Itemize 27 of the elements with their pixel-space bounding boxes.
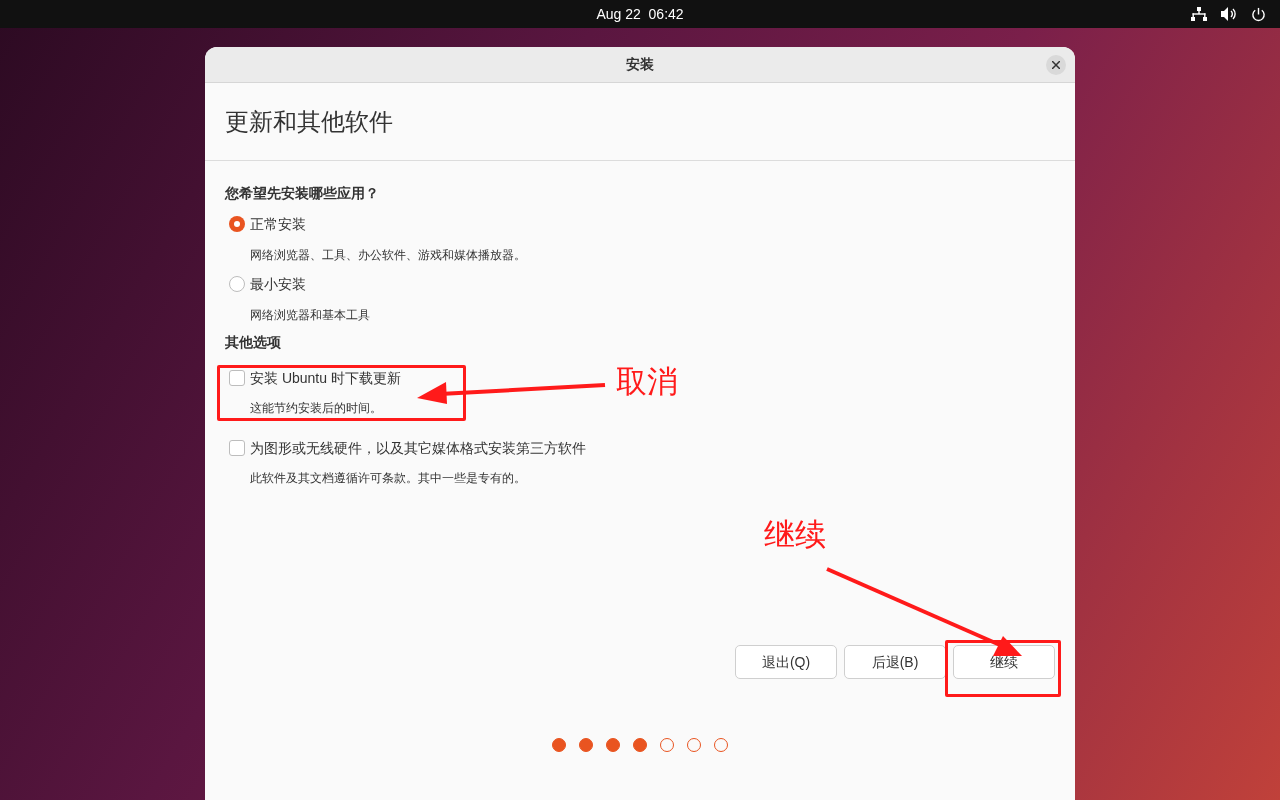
- close-button[interactable]: [1046, 54, 1066, 75]
- clock[interactable]: Aug 22 06:42: [596, 3, 684, 25]
- section-label: 其他选项: [225, 333, 282, 352]
- option-description: 网络浏览器、工具、办公软件、游戏和媒体播放器。: [249, 247, 527, 264]
- option-label[interactable]: 安装 Ubuntu 时下载更新: [250, 367, 401, 389]
- wizard-button[interactable]: 继续: [953, 645, 1055, 679]
- wizard-button[interactable]: 退出(Q): [735, 645, 837, 679]
- window-title: 安装: [626, 55, 654, 74]
- question-label: 您希望先安装哪些应用？: [225, 184, 380, 203]
- checkbox[interactable]: [229, 440, 245, 456]
- option-label[interactable]: 为图形或无线硬件，以及其它媒体格式安装第三方软件: [250, 437, 586, 459]
- option-description: 网络浏览器和基本工具: [249, 307, 371, 324]
- option-label[interactable]: 最小安装: [250, 273, 306, 295]
- annotation-label: 继续: [764, 516, 826, 554]
- checkbox[interactable]: [229, 370, 245, 386]
- page-heading: 更新和其他软件: [225, 106, 393, 137]
- wizard-button[interactable]: 后退(B): [844, 645, 946, 679]
- power-icon[interactable]: [1251, 6, 1266, 22]
- option-label[interactable]: 正常安装: [250, 213, 306, 235]
- option-description: 此软件及其文档遵循许可条款。其中一些是专有的。: [249, 470, 527, 487]
- radio-button[interactable]: [229, 276, 245, 292]
- annotation-label: 取消: [616, 363, 678, 401]
- radio-button[interactable]: [229, 216, 245, 232]
- close-icon: [1052, 60, 1060, 69]
- network-icon[interactable]: [1191, 7, 1207, 21]
- volume-icon[interactable]: [1221, 7, 1237, 21]
- option-description: 这能节约安装后的时间。: [249, 400, 383, 417]
